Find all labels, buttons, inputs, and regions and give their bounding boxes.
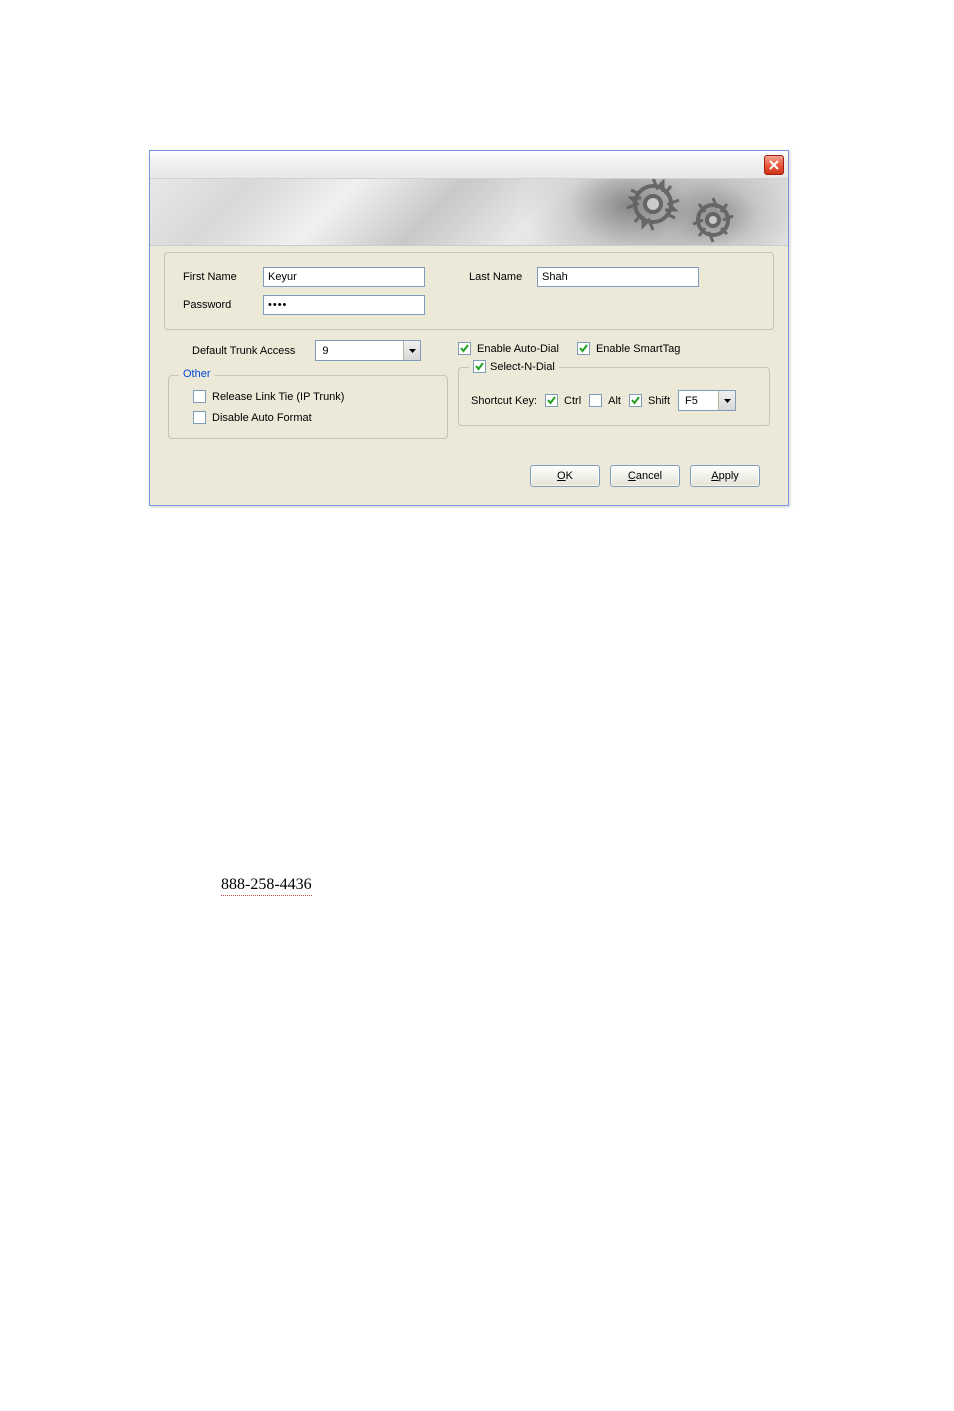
- alt-label: Alt: [608, 395, 621, 407]
- first-name-label: First Name: [183, 271, 255, 283]
- gears-icon: [593, 179, 773, 246]
- select-n-dial-fieldset: Select-N-Dial Shortcut Key: Ctrl: [458, 367, 770, 426]
- button-row: OK Cancel Apply: [164, 447, 774, 493]
- other-legend: Other: [179, 368, 215, 380]
- release-link-option[interactable]: Release Link Tie (IP Trunk): [193, 390, 433, 403]
- close-icon: [769, 160, 779, 170]
- checkbox-icon: [629, 394, 642, 407]
- identity-panel: First Name Last Name Password: [164, 252, 774, 330]
- trunk-select[interactable]: 9: [315, 340, 421, 361]
- other-fieldset: Other Release Link Tie (IP Trunk) Disabl…: [168, 375, 448, 439]
- first-name-input[interactable]: [263, 267, 425, 287]
- last-name-input[interactable]: [537, 267, 699, 287]
- last-name-label: Last Name: [469, 271, 529, 283]
- ctrl-option[interactable]: Ctrl: [545, 394, 581, 407]
- password-label: Password: [183, 299, 255, 311]
- titlebar: [150, 151, 788, 179]
- cancel-button[interactable]: Cancel: [610, 465, 680, 487]
- enable-smarttag-label: Enable SmartTag: [596, 343, 680, 355]
- shortcut-key-label: Shortcut Key:: [471, 395, 537, 407]
- shift-option[interactable]: Shift: [629, 394, 670, 407]
- password-input[interactable]: [263, 295, 425, 315]
- checkbox-icon: [458, 342, 471, 355]
- chevron-down-icon: [718, 391, 735, 410]
- checkbox-icon: [589, 394, 602, 407]
- ok-button[interactable]: OK: [530, 465, 600, 487]
- alt-option[interactable]: Alt: [589, 394, 621, 407]
- checkbox-icon: [193, 411, 206, 424]
- trunk-value: 9: [316, 345, 403, 357]
- enable-auto-dial-label: Enable Auto-Dial: [477, 343, 559, 355]
- banner-image: [150, 179, 788, 246]
- phone-number-text: 888-258-4436: [221, 876, 312, 896]
- checkbox-icon: [193, 390, 206, 403]
- release-link-label: Release Link Tie (IP Trunk): [212, 391, 344, 403]
- enable-auto-dial-option[interactable]: Enable Auto-Dial: [458, 342, 559, 355]
- close-button[interactable]: [764, 155, 784, 175]
- enable-smarttag-option[interactable]: Enable SmartTag: [577, 342, 680, 355]
- options-row: Default Trunk Access 9 Other Rele: [164, 340, 774, 439]
- chevron-down-icon: [403, 341, 420, 360]
- shortcut-key-value: F5: [679, 395, 718, 407]
- select-n-dial-legend[interactable]: Select-N-Dial: [469, 360, 559, 373]
- checkbox-icon: [577, 342, 590, 355]
- ctrl-label: Ctrl: [564, 395, 581, 407]
- apply-button[interactable]: Apply: [690, 465, 760, 487]
- disable-auto-format-option[interactable]: Disable Auto Format: [193, 411, 433, 424]
- dialog-content: First Name Last Name Password Default Tr…: [150, 246, 788, 505]
- dialog-window: First Name Last Name Password Default Tr…: [149, 150, 789, 506]
- disable-auto-format-label: Disable Auto Format: [212, 412, 312, 424]
- shortcut-key-select[interactable]: F5: [678, 390, 736, 411]
- checkbox-icon: [545, 394, 558, 407]
- select-n-dial-label: Select-N-Dial: [490, 361, 555, 373]
- trunk-label: Default Trunk Access: [192, 345, 295, 357]
- checkbox-icon: [473, 360, 486, 373]
- shift-label: Shift: [648, 395, 670, 407]
